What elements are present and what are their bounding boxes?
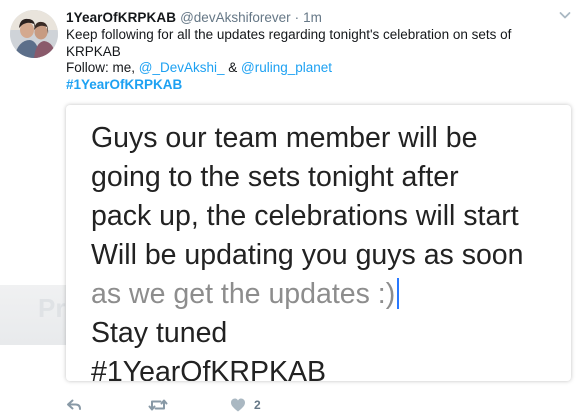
- mention-link-ruling-planet[interactable]: @ruling_planet: [241, 60, 332, 75]
- reply-icon: [67, 399, 81, 410]
- tweet: Pr 1YearOfKRPKAB @devAkshiforever · 1m K…: [0, 0, 581, 419]
- image-text-line: Stay tuned: [91, 317, 228, 349]
- follow-and: &: [224, 60, 242, 75]
- tweet-text-line-1: Keep following for all the updates regar…: [66, 27, 512, 42]
- tweet-header: 1YearOfKRPKAB @devAkshiforever · 1m: [66, 9, 322, 27]
- chevron-down-icon[interactable]: [557, 7, 573, 23]
- hashtag-link[interactable]: #1YearOfKRPKAB: [66, 77, 182, 92]
- username-handle[interactable]: @devAkshiforever: [180, 9, 291, 27]
- background-partial-text: Pr: [38, 293, 66, 323]
- tweet-timestamp[interactable]: 1m: [303, 9, 322, 27]
- image-text-line: as we get the updates :): [91, 278, 396, 310]
- image-text-block: Guys our team member will be going to th…: [91, 119, 524, 381]
- avatar[interactable]: [10, 10, 58, 58]
- retweet-button[interactable]: [148, 397, 230, 413]
- avatar-image: [10, 10, 58, 58]
- attached-image[interactable]: Guys our team member will be going to th…: [66, 105, 571, 381]
- like-button[interactable]: 2: [230, 397, 261, 413]
- follow-prefix: Follow: me,: [66, 60, 139, 75]
- display-name[interactable]: 1YearOfKRPKAB: [66, 9, 176, 27]
- tweet-text: Keep following for all the updates regar…: [66, 27, 566, 93]
- image-text-line: pack up, the celebrations will start: [91, 200, 519, 232]
- like-count: 2: [254, 398, 261, 412]
- image-text-line: #1YearOfKRPKAB: [91, 356, 326, 381]
- image-text-line: going to the sets tonight after: [91, 161, 459, 193]
- tweet-actions: 2: [66, 394, 261, 416]
- separator-dot: ·: [294, 10, 300, 25]
- heart-icon: [231, 398, 245, 412]
- image-text-line: Will be updating you guys as soon: [91, 239, 524, 271]
- mention-link-devakshi[interactable]: @_DevAkshi_: [139, 60, 225, 75]
- image-text-line-with-cursor: as we get the updates :): [91, 275, 524, 314]
- text-cursor: [397, 278, 400, 309]
- tweet-text-line-2: KRPKAB: [66, 43, 121, 59]
- image-text-line: Guys our team member will be: [91, 122, 478, 154]
- tweet-hashtag-line: #1YearOfKRPKAB: [66, 77, 566, 94]
- retweet-icon: [148, 399, 168, 411]
- background-fragment: Pr: [0, 285, 66, 345]
- reply-button[interactable]: [66, 397, 148, 413]
- tweet-follow-line: Follow: me, @_DevAkshi_ & @ruling_planet: [66, 60, 566, 77]
